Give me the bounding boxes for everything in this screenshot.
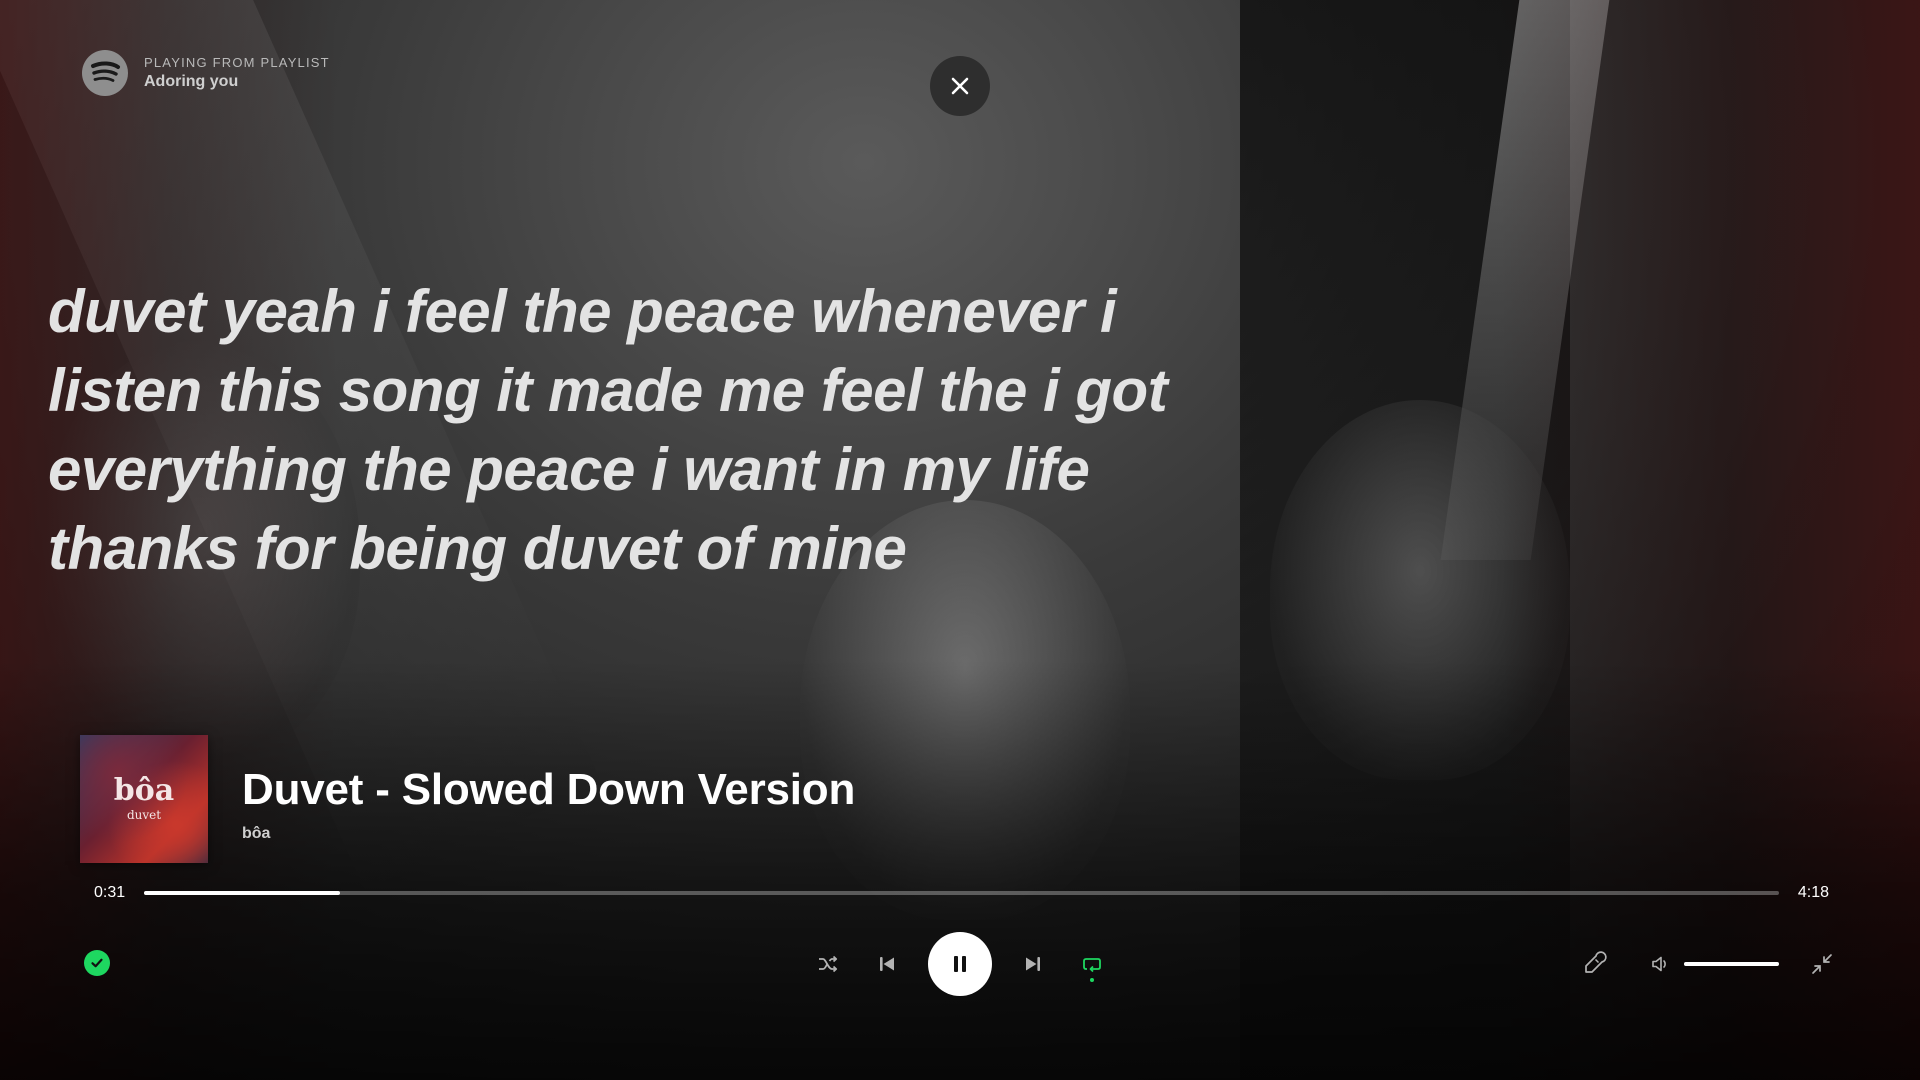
lyrics-block: duvet yeah i feel the peace whenever i l…: [48, 272, 1208, 588]
track-artist[interactable]: bôa: [242, 825, 855, 843]
elapsed-time: 0:31: [94, 884, 126, 901]
duration-time: 4:18: [1797, 884, 1829, 901]
album-cover[interactable]: bôa duvet: [80, 735, 208, 863]
track-info: Duvet - Slowed Down Version bôa: [242, 765, 855, 843]
close-icon: [951, 77, 969, 95]
playing-from-label: PLAYING FROM PLAYLIST: [144, 55, 330, 70]
volume-icon: [1652, 956, 1667, 972]
skip-next-icon: [1026, 957, 1040, 971]
lyric-line: thanks for being duvet of mine: [48, 515, 907, 582]
volume-fill: [1683, 962, 1780, 966]
progress-fill: [144, 891, 341, 895]
player-controls: [0, 916, 1920, 1012]
repeat-button[interactable]: [1074, 946, 1110, 982]
header-text: PLAYING FROM PLAYLIST Adoring you: [144, 55, 330, 91]
playing-from-header: PLAYING FROM PLAYLIST Adoring you: [82, 50, 330, 96]
cover-title: bôa: [113, 773, 175, 808]
track-title[interactable]: Duvet - Slowed Down Version: [242, 765, 855, 815]
minimize-icon: [1811, 954, 1832, 974]
lyric-line: everything the peace i want in my life: [48, 436, 1090, 503]
volume-slider[interactable]: [1683, 962, 1780, 966]
background-art: [1440, 0, 1610, 560]
background-art: [1270, 400, 1570, 780]
now-playing: bôa duvet Duvet - Slowed Down Version bô…: [80, 735, 855, 863]
extra-controls: [1578, 946, 1838, 982]
repeat-active-indicator: [1090, 978, 1094, 982]
check-circle-icon[interactable]: [84, 950, 110, 976]
progress-slider[interactable]: [144, 891, 1779, 895]
exit-fullscreen-button[interactable]: [1805, 946, 1838, 982]
previous-button[interactable]: [869, 946, 905, 982]
close-button[interactable]: [930, 56, 990, 116]
shuffle-button[interactable]: [810, 946, 846, 982]
fullscreen-player: PLAYING FROM PLAYLIST Adoring you duvet …: [0, 0, 1920, 1080]
progress-bar-row: 0:31 4:18: [94, 884, 1829, 902]
repeat-icon: [1083, 958, 1101, 973]
playback-controls: [810, 932, 1110, 996]
pause-button[interactable]: [928, 932, 992, 996]
lyric-line: listen this song it made me feel the i g…: [48, 357, 1168, 424]
pause-icon: [954, 956, 966, 972]
next-button[interactable]: [1015, 946, 1051, 982]
spotify-logo-icon[interactable]: [82, 50, 128, 96]
lyrics-button[interactable]: [1578, 946, 1611, 982]
shuffle-icon: [819, 955, 838, 973]
volume-button[interactable]: [1645, 946, 1678, 982]
cover-subtitle: duvet: [126, 808, 162, 822]
lyric-line: duvet yeah i feel the peace whenever i: [48, 278, 1117, 345]
microphone-icon: [1585, 951, 1608, 973]
skip-previous-icon: [880, 957, 894, 971]
playlist-name-link[interactable]: Adoring you: [144, 73, 330, 91]
background-shade: [0, 660, 1920, 1080]
